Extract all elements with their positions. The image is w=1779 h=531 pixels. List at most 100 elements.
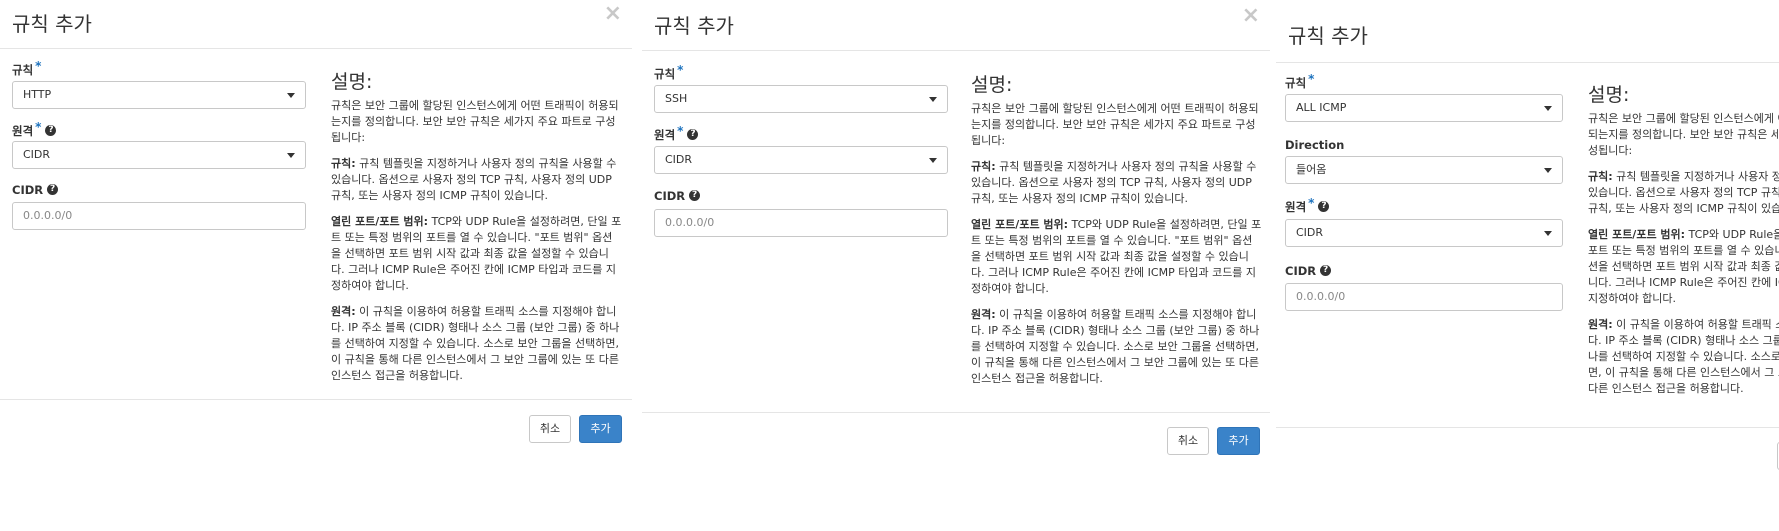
rule-text: 규칙 템플릿을 지정하거나 사용자 정의 규칙을 사용할 수 있습니다. 옵션으… [331, 157, 617, 202]
rule-label: 규칙 * [1285, 72, 1315, 91]
rule-select-value: ALL ICMP [1296, 101, 1347, 114]
help-icon[interactable]: ? [689, 190, 701, 201]
direction-select[interactable]: 들어옴 [1285, 156, 1563, 184]
help-icon[interactable]: ? [1320, 265, 1332, 276]
remote-text: 이 규칙을 이용하여 허용할 트래픽 소스를 지정해야 합니다. IP 주소 블… [331, 305, 620, 382]
description-panel: 설명: 규칙은 보안 그룹에 할당된 인스턴스에게 어떤 트래픽이 허용되는지를… [971, 74, 1262, 397]
port-term: 열린 포트/포트 범위: [971, 218, 1069, 231]
required-marker: * [35, 120, 42, 134]
close-icon[interactable]: × [1242, 8, 1260, 27]
description-port: 열린 포트/포트 범위: TCP와 UDP Rule을 설정하려면, 단일 포트… [971, 217, 1262, 297]
cancel-button[interactable]: 취소 [529, 415, 571, 443]
remote-select-value: CIDR [1296, 226, 1324, 239]
remote-term: 원격: [971, 308, 996, 321]
remote-select[interactable]: CIDR [654, 146, 948, 174]
cidr-input[interactable]: 0.0.0.0/0 [654, 209, 948, 237]
description-port: 열린 포트/포트 범위: TCP와 UDP Rule을 설정하려면, 단일 포트… [331, 214, 622, 294]
rule-label-text: 규칙 [1285, 76, 1307, 90]
modal-header: 규칙 추가 × [642, 8, 1270, 51]
caret-down-icon [1544, 168, 1552, 173]
rule-label: 규칙 * [654, 63, 684, 82]
cidr-label: CIDR? [1285, 264, 1332, 278]
description-title: 설명: [331, 71, 373, 93]
add-rule-modal-http: 규칙 추가 × 규칙 * HTTP 원격 *? CIDR CIDR? 0.0.0.0… [0, 0, 632, 513]
add-rule-modal-icmp: 규칙 추가 규칙 * ALL ICMP Direction 들어옴 원격 *? CI… [1276, 18, 1779, 531]
required-marker: * [1308, 72, 1315, 86]
description-rule: 규칙: 규칙 템플릿을 지정하거나 사용자 정의 규칙을 사용할 수 있습니다.… [1588, 169, 1779, 217]
remote-label-text: 원격 [1285, 200, 1307, 214]
direction-select-value: 들어옴 [1296, 163, 1327, 176]
modal-title: 규칙 추가 [1288, 24, 1368, 48]
description-rule: 규칙: 규칙 템플릿을 지정하거나 사용자 정의 규칙을 사용할 수 있습니다.… [971, 159, 1262, 207]
description-panel: 설명: 규칙은 보안 그룹에 할당된 인스턴스에게 어떤 트래픽이 허용되는지를… [331, 71, 622, 394]
remote-select[interactable]: CIDR [1285, 219, 1563, 247]
rule-select-value: HTTP [23, 88, 52, 101]
caret-down-icon [287, 93, 295, 98]
description-port: 열린 포트/포트 범위: TCP와 UDP Rule을 설정하려면, 단일 포트… [1588, 227, 1779, 307]
caret-down-icon [929, 97, 937, 102]
close-icon[interactable]: × [604, 3, 622, 25]
add-rule-modal-ssh: 규칙 추가 × 규칙 * SSH 원격 *? CIDR CIDR? 0.0.0.0/… [642, 8, 1270, 521]
cidr-label: CIDR? [12, 183, 59, 197]
add-button[interactable]: 추가 [1217, 427, 1260, 455]
remote-label: 원격 *? [1285, 196, 1330, 215]
rule-term: 규칙: [971, 160, 996, 173]
remote-term: 원격: [1588, 318, 1613, 331]
remote-label: 원격 *? [654, 124, 699, 143]
remote-text: 이 규칙을 이용하여 허용할 트래픽 소스를 지정해야 합니다. IP 주소 블… [1588, 318, 1779, 395]
help-icon[interactable]: ? [687, 129, 699, 140]
cidr-label-text: CIDR [1285, 264, 1317, 278]
rule-label-text: 규칙 [12, 63, 34, 77]
description-panel: 설명: 규칙은 보안 그룹에 할당된 인스턴스에게 어떤 트래픽이 허용되는지를… [1588, 84, 1779, 407]
modal-footer: 취소 추가 [0, 399, 632, 513]
cidr-input[interactable]: 0.0.0.0/0 [1285, 283, 1563, 311]
rule-select[interactable]: HTTP [12, 81, 306, 109]
modal-title: 규칙 추가 [12, 12, 92, 36]
required-marker: * [35, 59, 42, 73]
remote-select-value: CIDR [23, 148, 51, 161]
cancel-button[interactable]: 취소 [1167, 427, 1209, 455]
remote-select[interactable]: CIDR [12, 141, 306, 169]
rule-select-value: SSH [665, 92, 688, 105]
modal-footer: 취소 [1276, 427, 1779, 514]
modal-header: 규칙 추가 [1276, 18, 1779, 63]
caret-down-icon [929, 158, 937, 163]
required-marker: * [677, 63, 684, 77]
rule-select[interactable]: ALL ICMP [1285, 94, 1563, 122]
rule-text: 규칙 템플릿을 지정하거나 사용자 정의 규칙을 사용할 수 있습니다. 옵션으… [971, 160, 1257, 205]
description-remote: 원격: 이 규칙을 이용하여 허용할 트래픽 소스를 지정해야 합니다. IP … [1588, 317, 1779, 397]
rule-text: 규칙 템플릿을 지정하거나 사용자 정의 규칙을 사용할 수 있습니다. 옵션으… [1588, 170, 1779, 215]
description-title: 설명: [971, 74, 1013, 96]
modal-footer: 취소 추가 [642, 412, 1270, 514]
required-marker: * [677, 124, 684, 138]
add-button[interactable]: 추가 [579, 415, 622, 443]
remote-label: 원격 *? [12, 120, 57, 139]
cidr-label-text: CIDR [12, 183, 44, 197]
description-remote: 원격: 이 규칙을 이용하여 허용할 트래픽 소스를 지정해야 합니다. IP … [331, 304, 622, 384]
cidr-input[interactable]: 0.0.0.0/0 [12, 202, 306, 230]
remote-label-text: 원격 [654, 128, 676, 142]
required-marker: * [1308, 196, 1315, 210]
description-rule: 규칙: 규칙 템플릿을 지정하거나 사용자 정의 규칙을 사용할 수 있습니다.… [331, 156, 622, 204]
help-icon[interactable]: ? [1318, 201, 1330, 212]
description-title: 설명: [1588, 84, 1630, 106]
remote-text: 이 규칙을 이용하여 허용할 트래픽 소스를 지정해야 합니다. IP 주소 블… [971, 308, 1260, 385]
port-term: 열린 포트/포트 범위: [1588, 228, 1686, 241]
rule-label: 규칙 * [12, 59, 42, 78]
direction-label: Direction [1285, 138, 1344, 152]
description-intro: 규칙은 보안 그룹에 할당된 인스턴스에게 어떤 트래픽이 허용되는지를 정의합… [1588, 112, 1779, 157]
rule-term: 규칙: [1588, 170, 1613, 183]
port-term: 열린 포트/포트 범위: [331, 215, 429, 228]
help-icon[interactable]: ? [45, 125, 57, 136]
modal-title: 규칙 추가 [654, 14, 734, 38]
rule-label-text: 규칙 [654, 67, 676, 81]
cidr-label-text: CIDR [654, 189, 686, 203]
help-icon[interactable]: ? [47, 184, 59, 195]
description-intro: 규칙은 보안 그룹에 할당된 인스턴스에게 어떤 트래픽이 허용되는지를 정의합… [971, 102, 1259, 147]
description-intro: 규칙은 보안 그룹에 할당된 인스턴스에게 어떤 트래픽이 허용되는지를 정의합… [331, 99, 619, 144]
remote-select-value: CIDR [665, 153, 693, 166]
rule-select[interactable]: SSH [654, 85, 948, 113]
caret-down-icon [1544, 106, 1552, 111]
description-remote: 원격: 이 규칙을 이용하여 허용할 트래픽 소스를 지정해야 합니다. IP … [971, 307, 1262, 387]
remote-label-text: 원격 [12, 124, 34, 138]
